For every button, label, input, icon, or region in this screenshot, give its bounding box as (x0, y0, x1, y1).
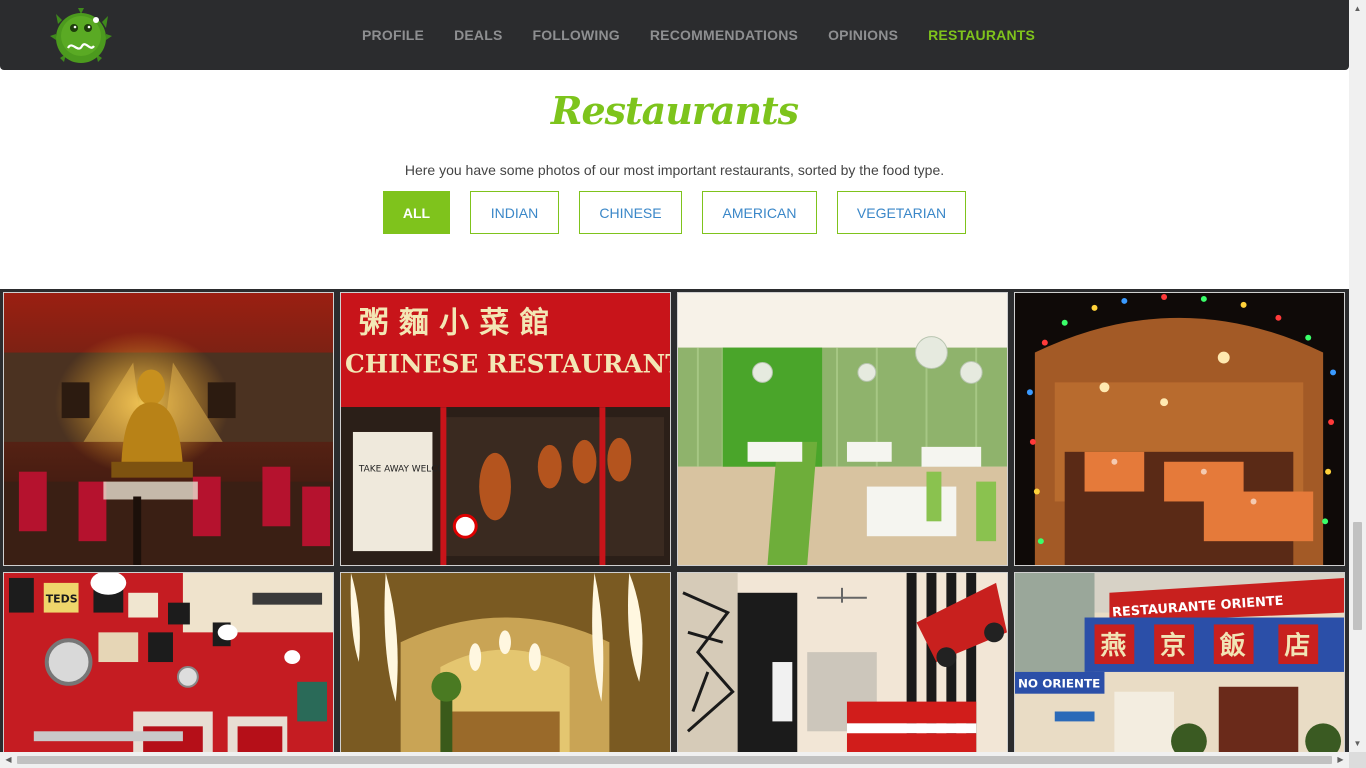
filter-american-button[interactable]: AMERICAN (702, 191, 817, 234)
scroll-down-icon[interactable]: ▼ (1349, 735, 1366, 752)
top-navbar: PROFILE DEALS FOLLOWING RECOMMENDATIONS … (0, 0, 1349, 70)
buddha-restaurant-photo[interactable] (3, 292, 334, 566)
scroll-up-icon[interactable]: ▲ (1349, 0, 1366, 17)
chinese-restaurant-photo[interactable]: 粥 麵 小 菜 館 CHINESE RESTAURANT TAKE AWAY W… (340, 292, 671, 566)
teds-sign: TEDS (46, 593, 78, 606)
scroll-right-icon[interactable]: ▶ (1332, 752, 1349, 768)
food-type-filters: ALL INDIAN CHINESE AMERICAN VEGETARIAN (383, 191, 986, 234)
lights-restaurant-photo[interactable] (1014, 292, 1345, 566)
nav-item-opinions[interactable]: OPINIONS (828, 27, 898, 43)
svg-text:飯: 飯 (1220, 630, 1246, 661)
vertical-scrollbar[interactable]: ▲ ▼ (1349, 0, 1366, 752)
monster-logo-icon[interactable] (48, 6, 114, 66)
vertical-scroll-thumb[interactable] (1353, 522, 1362, 630)
restaurante-oriente-photo[interactable]: RESTAURANTE ORIENTE 燕京飯店 NO ORIENTE (1014, 572, 1345, 759)
green-restaurant-photo[interactable] (677, 292, 1008, 566)
filter-indian-button[interactable]: INDIAN (470, 191, 559, 234)
nav-item-profile[interactable]: PROFILE (362, 27, 424, 43)
page: PROFILE DEALS FOLLOWING RECOMMENDATIONS … (0, 0, 1366, 768)
comic-diner-photo[interactable] (677, 572, 1008, 759)
page-subtitle: Here you have some photos of our most im… (404, 162, 945, 178)
svg-text:燕: 燕 (1100, 631, 1126, 661)
nav-item-following[interactable]: FOLLOWING (533, 27, 620, 43)
filter-vegetarian-button[interactable]: VEGETARIAN (837, 191, 966, 234)
american-diner-photo[interactable]: TEDS (3, 572, 334, 759)
nav-item-recommendations[interactable]: RECOMMENDATIONS (650, 27, 798, 43)
nav-item-deals[interactable]: DEALS (454, 27, 502, 43)
horizontal-scroll-thumb[interactable] (17, 756, 1332, 764)
nav-item-restaurants[interactable]: RESTAURANTS (928, 27, 1035, 43)
svg-text:粥 麵 小 菜 館: 粥 麵 小 菜 館 (359, 306, 550, 341)
filter-chinese-button[interactable]: CHINESE (579, 191, 682, 234)
restaurant-gallery: 粥 麵 小 菜 館 CHINESE RESTAURANT TAKE AWAY W… (0, 289, 1349, 759)
scrollbar-corner (1349, 752, 1366, 768)
svg-text:店: 店 (1284, 631, 1310, 661)
svg-text:京: 京 (1160, 630, 1186, 661)
horizontal-scrollbar[interactable]: ◀ ▶ (0, 752, 1349, 768)
main-nav: PROFILE DEALS FOLLOWING RECOMMENDATIONS … (362, 0, 1065, 70)
filter-all-button[interactable]: ALL (383, 191, 450, 234)
chinese-restaurant-sign: CHINESE RESTAURANT (345, 349, 670, 378)
page-title: Restaurants (550, 88, 799, 133)
scroll-left-icon[interactable]: ◀ (0, 752, 17, 768)
lantern-restaurant-photo[interactable] (340, 572, 671, 759)
no-oriente-sign: NO ORIENTE (1018, 677, 1100, 691)
